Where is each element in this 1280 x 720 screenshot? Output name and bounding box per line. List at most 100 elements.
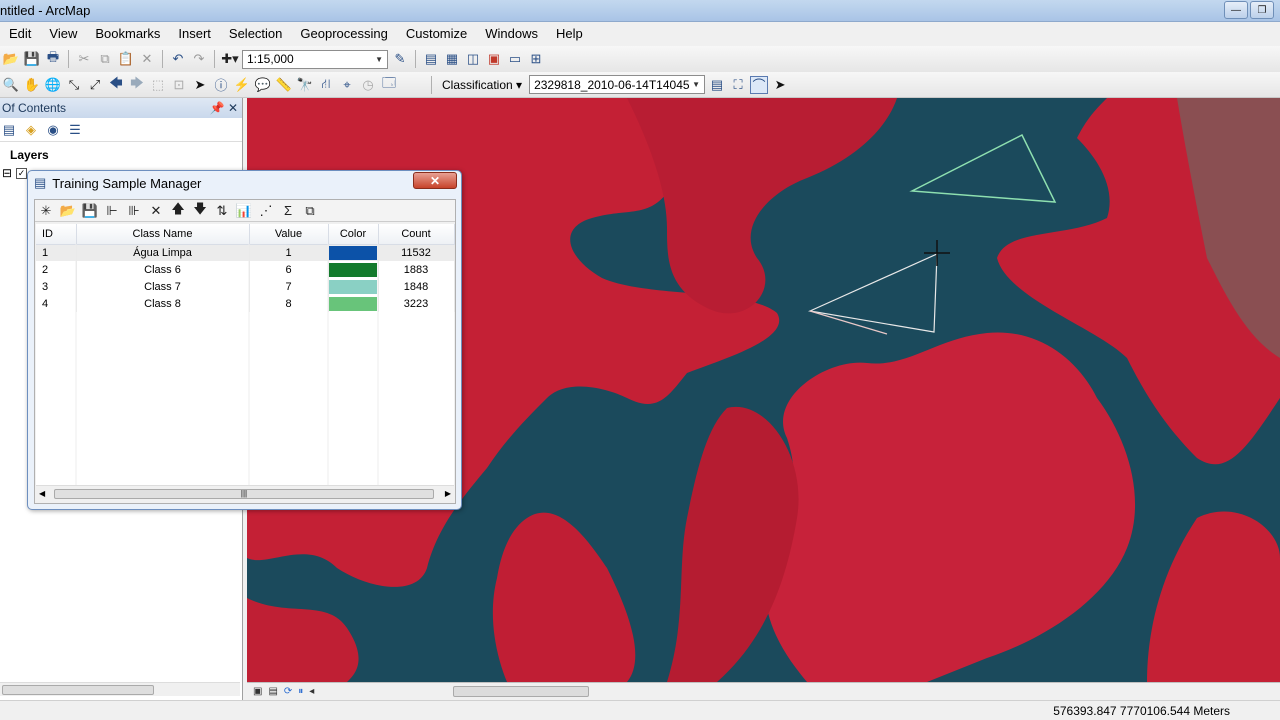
- cell-color[interactable]: [328, 278, 379, 295]
- menu-geoprocessing[interactable]: Geoprocessing: [291, 22, 396, 46]
- back-arrow-icon[interactable]: 🡄: [107, 75, 125, 94]
- map-scrollbar-thumb[interactable]: [453, 686, 589, 697]
- pin-icon[interactable]: 📌: [210, 101, 225, 115]
- column-header-color[interactable]: Color: [328, 224, 379, 245]
- layer-visibility-checkbox[interactable]: ✓: [16, 167, 28, 179]
- magnifier-icon[interactable]: 🗔: [380, 75, 398, 94]
- create-signature-icon[interactable]: ⧉: [301, 202, 319, 220]
- select-features-icon[interactable]: ⬚: [149, 76, 167, 94]
- list-by-source-icon[interactable]: ◈: [22, 121, 40, 139]
- color-swatch[interactable]: [329, 279, 377, 294]
- time-slider-icon[interactable]: ◷: [359, 76, 377, 94]
- options-icon[interactable]: ☰: [66, 121, 84, 139]
- cell-class-name[interactable]: Class 7: [76, 278, 250, 295]
- cell-value[interactable]: 1: [249, 244, 329, 261]
- minimize-button[interactable]: —: [1224, 1, 1248, 19]
- list-by-visibility-icon[interactable]: ◉: [44, 121, 62, 139]
- new-icon[interactable]: ✳: [37, 202, 55, 220]
- scroll-left-icon[interactable]: ◀: [39, 489, 45, 498]
- undo-icon[interactable]: ↶: [169, 50, 187, 68]
- table-of-contents-window-icon[interactable]: ▤: [422, 50, 440, 68]
- layer-combo[interactable]: 2329818_2010-06-14T14045 ▼: [529, 75, 706, 94]
- scale-combo[interactable]: 1:15,000 ▼: [242, 49, 388, 69]
- catalog-window-icon[interactable]: ▦: [443, 50, 461, 68]
- copy-icon[interactable]: ⧉: [96, 50, 114, 68]
- close-button[interactable]: ✕: [413, 172, 457, 189]
- close-icon[interactable]: ✕: [228, 101, 238, 115]
- merge-icon[interactable]: ⊩: [103, 202, 121, 220]
- open-folder-icon[interactable]: 📂: [2, 50, 20, 68]
- python-window-icon[interactable]: ▭: [506, 50, 524, 68]
- print-icon[interactable]: 🖶: [44, 49, 62, 68]
- cell-class-name[interactable]: Água Limpa: [76, 244, 250, 261]
- zoom-in-icon[interactable]: 🔍: [2, 76, 20, 94]
- menu-view[interactable]: View: [40, 22, 86, 46]
- menu-bookmarks[interactable]: Bookmarks: [86, 22, 169, 46]
- statistics-icon[interactable]: Σ: [279, 202, 297, 220]
- cell-color[interactable]: [328, 244, 379, 261]
- identify-icon[interactable]: ⓘ: [212, 76, 230, 94]
- cut-icon[interactable]: ✂: [75, 50, 93, 68]
- window-title-bar[interactable]: ▤ Training Sample Manager: [34, 175, 201, 191]
- column-header-count[interactable]: Count: [378, 224, 455, 245]
- menu-selection[interactable]: Selection: [220, 22, 291, 46]
- select-sample-icon[interactable]: ➤: [771, 76, 789, 94]
- histogram-icon[interactable]: 📊: [235, 202, 253, 220]
- column-header-value[interactable]: Value: [249, 224, 329, 245]
- menu-customize[interactable]: Customize: [397, 22, 476, 46]
- find-icon[interactable]: 🔭: [296, 76, 314, 94]
- editor-icon[interactable]: ✎: [391, 50, 409, 68]
- pan-icon[interactable]: ✋: [23, 76, 41, 94]
- toc-horizontal-scrollbar[interactable]: [0, 682, 240, 696]
- scrollbar-thumb[interactable]: [2, 685, 154, 695]
- find-route-icon[interactable]: ⛙: [317, 76, 335, 94]
- search-window-icon[interactable]: ◫: [464, 50, 482, 68]
- column-header-id[interactable]: ID: [36, 224, 77, 245]
- scrollbar-thumb[interactable]: |||: [54, 489, 434, 499]
- full-extent-icon[interactable]: 🌐: [44, 76, 62, 94]
- scroll-left-icon[interactable]: ◂: [309, 686, 314, 697]
- hyperlink-icon[interactable]: ⚡: [233, 76, 251, 94]
- layers-group[interactable]: Layers: [0, 142, 242, 162]
- table-row[interactable]: 3 Class 7 7 1848: [36, 278, 455, 295]
- scroll-right-icon[interactable]: ▶: [445, 489, 451, 498]
- arrow-down-icon[interactable]: 🡇: [191, 201, 209, 220]
- open-folder-icon[interactable]: 📂: [59, 202, 77, 220]
- table-horizontal-scrollbar[interactable]: ◀ ||| ▶: [36, 485, 454, 501]
- add-data-icon[interactable]: ✚▾: [221, 50, 239, 68]
- table-row[interactable]: 4 Class 8 8 3223: [36, 295, 455, 312]
- column-header-class-name[interactable]: Class Name: [76, 224, 250, 245]
- maximize-button[interactable]: ❐: [1250, 1, 1274, 19]
- color-swatch[interactable]: [329, 262, 377, 277]
- arctoolbox-icon[interactable]: ▣: [485, 50, 503, 68]
- cell-color[interactable]: [328, 261, 379, 278]
- cell-value[interactable]: 6: [249, 261, 329, 278]
- redo-icon[interactable]: ↷: [190, 50, 208, 68]
- menu-edit[interactable]: Edit: [0, 22, 40, 46]
- scatterplot-icon[interactable]: ⋰: [257, 202, 275, 220]
- data-view-icon[interactable]: ▣: [253, 686, 262, 697]
- layout-view-icon[interactable]: ▤: [268, 686, 277, 697]
- cell-class-name[interactable]: Class 6: [76, 261, 250, 278]
- clear-selection-icon[interactable]: ⊡: [170, 76, 188, 94]
- select-elements-icon[interactable]: ➤: [191, 76, 209, 94]
- menu-windows[interactable]: Windows: [476, 22, 547, 46]
- create-signature-icon[interactable]: ⛶: [729, 76, 747, 94]
- split-icon[interactable]: ⊪: [125, 202, 143, 220]
- cell-color[interactable]: [328, 295, 379, 312]
- fixed-zoom-in-icon[interactable]: ⤡: [65, 76, 83, 94]
- model-builder-icon[interactable]: ⊞: [527, 50, 545, 68]
- html-popup-icon[interactable]: 💬: [254, 76, 272, 94]
- fixed-zoom-out-icon[interactable]: ⤢: [86, 76, 104, 94]
- paste-icon[interactable]: 📋: [117, 50, 135, 68]
- list-by-drawing-order-icon[interactable]: ▤: [0, 121, 18, 139]
- cell-value[interactable]: 7: [249, 278, 329, 295]
- save-icon[interactable]: 💾: [23, 50, 41, 68]
- table-row[interactable]: 1 Água Limpa 1 11532: [36, 244, 455, 261]
- cell-class-name[interactable]: Class 8: [76, 295, 250, 312]
- arrow-up-icon[interactable]: 🡅: [169, 201, 187, 220]
- delete-icon[interactable]: ✕: [147, 202, 165, 220]
- save-icon[interactable]: 💾: [81, 202, 99, 220]
- go-to-xy-icon[interactable]: ⌖: [338, 76, 356, 94]
- collapse-icon[interactable]: ⊟: [2, 166, 12, 180]
